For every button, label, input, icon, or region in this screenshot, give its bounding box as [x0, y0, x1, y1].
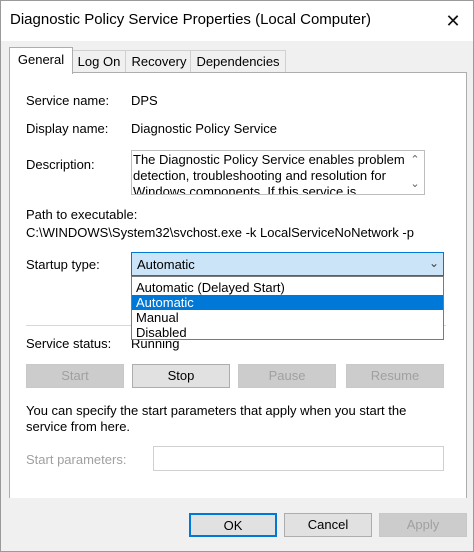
startup-type-label: Startup type:	[26, 257, 100, 272]
apply-button[interactable]: Apply	[379, 513, 467, 537]
chevron-down-icon: ⌄	[428, 256, 439, 270]
startup-type-select[interactable]: Automatic ⌄	[131, 252, 444, 276]
startup-option-manual[interactable]: Manual	[132, 310, 443, 325]
path-value: C:\WINDOWS\System32\svchost.exe -k Local…	[26, 225, 414, 240]
scroll-up-icon[interactable]: ⌃	[409, 154, 421, 166]
scroll-down-icon[interactable]: ⌄	[409, 178, 421, 190]
start-params-input[interactable]	[153, 446, 444, 471]
pause-button[interactable]: Pause	[238, 364, 336, 388]
tab-recovery-label: Recovery	[131, 54, 187, 69]
display-name-label: Display name:	[26, 121, 109, 136]
start-button[interactable]: Start	[26, 364, 124, 388]
close-icon[interactable]: ✕	[437, 5, 469, 37]
tab-log-on-label: Log On	[77, 54, 121, 69]
display-name-value: Diagnostic Policy Service	[131, 121, 277, 136]
ok-button[interactable]: OK	[189, 513, 277, 537]
startup-option-disabled[interactable]: Disabled	[132, 325, 443, 340]
stop-button[interactable]: Stop	[132, 364, 230, 388]
service-name-value: DPS	[131, 93, 158, 108]
service-status-label: Service status:	[26, 336, 112, 351]
path-label: Path to executable:	[26, 207, 138, 222]
cancel-button[interactable]: Cancel	[284, 513, 372, 537]
properties-dialog: Diagnostic Policy Service Properties (Lo…	[0, 0, 474, 552]
tab-dependencies[interactable]: Dependencies	[190, 50, 286, 73]
tab-general-label: General	[17, 52, 65, 67]
startup-type-value: Automatic	[137, 257, 195, 272]
general-panel: Service name: DPS Display name: Diagnost…	[9, 72, 467, 499]
title-bar[interactable]: Diagnostic Policy Service Properties (Lo…	[1, 1, 473, 41]
service-name-label: Service name:	[26, 93, 110, 108]
startup-option-automatic[interactable]: Automatic	[132, 295, 443, 310]
description-box[interactable]: The Diagnostic Policy Service enables pr…	[131, 150, 425, 195]
description-label: Description:	[26, 157, 95, 172]
tab-general[interactable]: General	[9, 47, 73, 74]
tab-log-on[interactable]: Log On	[70, 50, 128, 73]
tab-dependencies-label: Dependencies	[196, 54, 280, 69]
description-text: The Diagnostic Policy Service enables pr…	[133, 152, 405, 195]
startup-option-delayed[interactable]: Automatic (Delayed Start)	[132, 280, 443, 295]
resume-button[interactable]: Resume	[346, 364, 444, 388]
startup-type-dropdown: Automatic (Delayed Start) Automatic Manu…	[131, 276, 444, 340]
start-params-label: Start parameters:	[26, 452, 127, 467]
description-scrollbar[interactable]: ⌃ ⌄	[406, 151, 424, 194]
start-params-hint: You can specify the start parameters tha…	[26, 403, 407, 434]
tab-recovery[interactable]: Recovery	[125, 50, 193, 73]
dialog-footer: OK Cancel Apply	[1, 498, 473, 551]
window-title: Diagnostic Policy Service Properties (Lo…	[10, 11, 371, 28]
